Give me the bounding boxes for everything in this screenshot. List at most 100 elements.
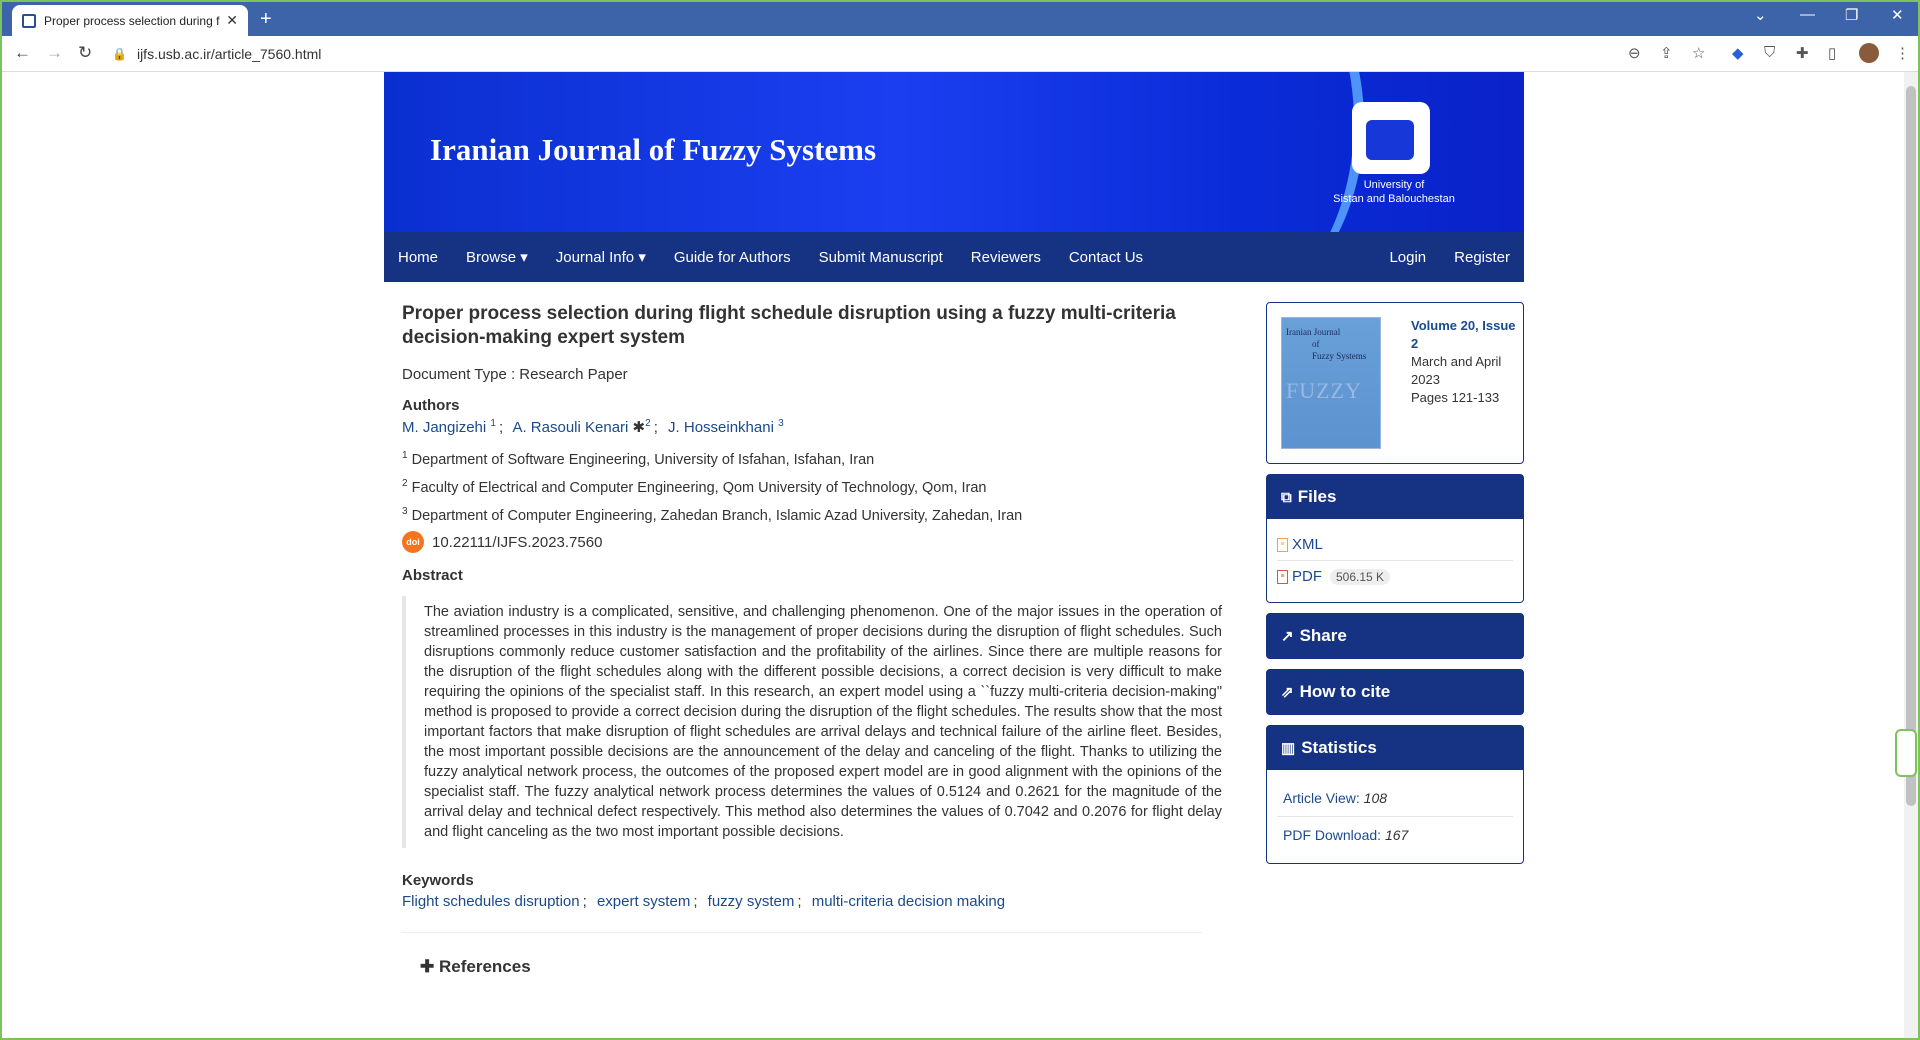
site-favicon-icon (22, 13, 36, 28)
tab-title: Proper process selection during f (44, 13, 220, 28)
author-list: M. Jangizehi 1; A. Rasouli Kenari ✱2; J.… (402, 418, 784, 436)
pdf-download-stat: PDF Download: 167 (1277, 816, 1513, 853)
close-tab-icon[interactable]: ✕ (226, 12, 238, 29)
close-window-icon[interactable]: ✕ (1891, 6, 1904, 24)
author-link[interactable]: A. Rasouli Kenari (512, 419, 628, 436)
lock-icon[interactable]: 🔒 (112, 47, 127, 61)
issue-pages: Pages 121-133 (1411, 390, 1500, 405)
minimize-icon[interactable]: — (1800, 6, 1815, 23)
extension-icon[interactable]: ◆ (1732, 44, 1744, 62)
pdf-size-badge: 506.15 K (1330, 568, 1391, 585)
document-type: Document Type : Research Paper (402, 366, 628, 383)
corresponding-author-icon: ✱ (632, 419, 646, 436)
nav-register[interactable]: Register (1440, 249, 1524, 266)
nav-journal-info[interactable]: Journal Info ▾ (542, 248, 660, 266)
share-heading[interactable]: ↗ Share (1267, 614, 1523, 658)
affiliation-list: 1 Department of Software Engineering, Un… (402, 444, 1222, 527)
browser-tab[interactable]: Proper process selection during f ✕ (12, 5, 248, 36)
author-link[interactable]: M. Jangizehi (402, 419, 486, 436)
article-view-stat: Article View: 108 (1283, 790, 1388, 806)
issue-date: March and April 2023 (1411, 354, 1502, 387)
profile-avatar[interactable] (1859, 43, 1879, 63)
menu-kebab-icon[interactable]: ⋮ (1895, 44, 1910, 62)
browser-window: Proper process selection during f ✕ + ⌄ … (0, 0, 1920, 1040)
scrollbar-thumb[interactable] (1906, 86, 1916, 806)
address-bar[interactable]: 🔒 ijfs.usb.ac.ir/article_7560.html (112, 40, 1892, 68)
keyword-list: Flight schedules disruption; expert syst… (402, 893, 1006, 911)
university-line-1: University of (1363, 179, 1425, 191)
issue-panel: Iranian Journal of Fuzzy Systems FUZZY V… (1266, 302, 1524, 464)
divider (402, 932, 1202, 934)
cover-title: Iranian Journal of Fuzzy Systems (1286, 327, 1367, 361)
how-to-cite-heading[interactable]: ⇗ How to cite (1267, 670, 1523, 714)
restore-icon[interactable]: ❐ (1845, 6, 1858, 24)
article-title: Proper process selection during flight s… (402, 303, 1176, 348)
university-logo[interactable] (1352, 102, 1430, 174)
nav-submit-manuscript[interactable]: Submit Manuscript (805, 249, 957, 266)
nav-contact-us[interactable]: Contact Us (1055, 249, 1157, 266)
statistics-heading: ▥ Statistics (1267, 726, 1523, 770)
share-page-icon[interactable]: ⇪ (1660, 44, 1673, 62)
pdf-file-icon: ≡ (1277, 569, 1288, 584)
forward-icon[interactable]: → (46, 43, 63, 63)
url-text[interactable]: ijfs.usb.ac.ir/article_7560.html (137, 46, 321, 62)
cover-fuzzy-word: FUZZY (1286, 378, 1362, 403)
shield-extension-icon[interactable]: ⛉ (1764, 44, 1775, 61)
how-to-cite-panel[interactable]: ⇗ How to cite (1266, 669, 1524, 715)
nav-guide-for-authors[interactable]: Guide for Authors (660, 249, 805, 266)
caret-down-icon: ▾ (520, 249, 528, 266)
author-link[interactable]: J. Hosseinkhani (668, 419, 774, 436)
nav-reviewers[interactable]: Reviewers (957, 249, 1055, 266)
zoom-icon[interactable]: ⊖ (1628, 44, 1641, 62)
issue-link[interactable]: Volume 20, Issue 2 (1411, 317, 1517, 353)
journal-title[interactable]: Iranian Journal of Fuzzy Systems (430, 132, 876, 168)
banner-arc-decoration (1024, 72, 1364, 232)
affiliation: 1 Department of Software Engineering, Un… (402, 450, 875, 468)
keywords-heading: Keywords (402, 872, 474, 890)
floating-side-widget[interactable] (1895, 729, 1917, 777)
page-viewport: Iranian Journal of Fuzzy Systems Univers… (2, 72, 1902, 1038)
university-line-2: Sistan and Balouchestan (1333, 193, 1455, 205)
issue-info: Volume 20, Issue 2 March and April 2023 … (1411, 317, 1517, 407)
tab-strip: Proper process selection during f ✕ + ⌄ … (2, 2, 1918, 36)
pdf-file-link[interactable]: ≡ PDF 506.15 K (1277, 560, 1513, 592)
nav-browse[interactable]: Browse ▾ (452, 248, 542, 266)
reload-icon[interactable]: ↻ (78, 43, 92, 63)
share-panel[interactable]: ↗ Share (1266, 613, 1524, 659)
nav-home[interactable]: Home (384, 249, 452, 266)
affiliation: 3 Department of Computer Engineering, Za… (402, 505, 1023, 524)
keyword-link[interactable]: multi-criteria decision making (812, 893, 1005, 910)
page-scrollbar[interactable] (1904, 72, 1918, 1038)
bookmark-star-icon[interactable]: ☆ (1692, 44, 1705, 62)
caret-down-icon: ▾ (638, 249, 646, 266)
doi-link[interactable]: 10.22111/IJFS.2023.7560 (432, 534, 602, 551)
nav-login[interactable]: Login (1375, 249, 1440, 266)
files-heading: ⧉ Files (1267, 475, 1523, 519)
journal-banner: Iranian Journal of Fuzzy Systems Univers… (384, 72, 1524, 232)
statistics-panel: ▥ Statistics Article View: 108 PDF Downlo… (1266, 725, 1524, 864)
back-icon[interactable]: ← (14, 43, 31, 63)
issue-cover-image[interactable]: Iranian Journal of Fuzzy Systems FUZZY (1281, 317, 1381, 449)
references-toggle[interactable]: ✚ References (420, 957, 1222, 977)
side-panel-icon[interactable]: ▯ (1828, 44, 1836, 62)
doi-row: doi 10.22111/IJFS.2023.7560 (402, 531, 1222, 554)
doi-icon: doi (402, 531, 424, 554)
share-icon: ↗ (1281, 628, 1294, 645)
tab-search-icon[interactable]: ⌄ (1754, 6, 1767, 24)
external-link-icon: ⇗ (1281, 684, 1294, 701)
article-main: Proper process selection during flight s… (402, 302, 1222, 977)
new-tab-icon[interactable]: + (260, 8, 272, 31)
bar-chart-icon: ▥ (1281, 740, 1296, 757)
copy-files-icon: ⧉ (1281, 488, 1292, 506)
extensions-puzzle-icon[interactable]: ✚ (1796, 44, 1809, 62)
keyword-link[interactable]: Flight schedules disruption (402, 893, 580, 910)
abstract-heading: Abstract (402, 567, 463, 585)
keyword-link[interactable]: fuzzy system (708, 893, 795, 910)
abstract-text: The aviation industry is a complicated, … (402, 596, 1222, 849)
main-navbar: Home Browse ▾ Journal Info ▾ Guide for A… (384, 232, 1524, 282)
xml-file-link[interactable]: ≡ XML (1277, 529, 1513, 560)
keyword-link[interactable]: expert system (597, 893, 690, 910)
university-name: University of Sistan and Balouchestan (1304, 178, 1484, 206)
plus-icon: ✚ (420, 957, 435, 977)
files-panel: ⧉ Files ≡ XML ≡ PDF 506.15 K (1266, 474, 1524, 603)
